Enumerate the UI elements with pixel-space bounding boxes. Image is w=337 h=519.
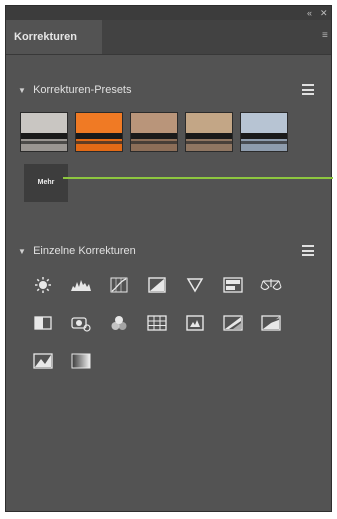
hue-saturation-icon[interactable] [218,272,248,298]
vibrance-icon[interactable] [180,272,210,298]
presets-section-header[interactable]: ▼ Korrekturen-Presets [18,82,132,98]
preset-thumbnail[interactable] [185,112,233,152]
panel-top-strip: « ✕ [6,6,331,20]
tab-korrekturen[interactable]: Korrekturen [6,20,102,54]
exposure-icon[interactable] [142,272,172,298]
more-presets-button[interactable]: Mehr [24,164,68,202]
callout-line [63,177,333,179]
channel-mixer-icon[interactable] [104,310,134,336]
adjustments-panel: « ✕ Korrekturen ≡ ▼ Korrekturen-Presets … [5,5,332,512]
photo-filter-icon[interactable] [66,310,96,336]
panel-menu-icon[interactable]: ≡ [322,30,328,42]
preset-thumbnail[interactable] [240,112,288,152]
preset-thumbnails [20,112,300,154]
black-white-icon[interactable] [28,310,58,336]
color-lookup-icon[interactable] [142,310,172,336]
preset-thumbnail[interactable] [130,112,178,152]
gradient-map-icon[interactable] [66,348,96,374]
brightness-contrast-icon[interactable] [28,272,58,298]
preset-thumbnail[interactable] [20,112,68,152]
panel-tab-bar: Korrekturen ≡ [6,20,331,55]
chevron-down-icon[interactable]: ▼ [18,244,30,260]
levels-icon[interactable] [66,272,96,298]
preset-thumbnail[interactable] [75,112,123,152]
color-balance-icon[interactable] [256,272,286,298]
chevron-down-icon[interactable]: ▼ [18,83,30,99]
curves-icon[interactable] [104,272,134,298]
list-view-icon[interactable] [302,84,314,95]
list-view-icon[interactable] [302,245,314,256]
posterize-icon[interactable] [218,310,248,336]
close-icon[interactable]: ✕ [320,7,328,19]
collapse-icon[interactable]: « [307,7,312,19]
presets-section-title: Korrekturen-Presets [33,84,132,96]
single-section-header[interactable]: ▼ Einzelne Korrekturen [18,243,136,259]
invert-icon[interactable] [180,310,210,336]
threshold-icon[interactable] [256,310,286,336]
selective-color-icon[interactable] [28,348,58,374]
single-section-title: Einzelne Korrekturen [33,245,136,257]
